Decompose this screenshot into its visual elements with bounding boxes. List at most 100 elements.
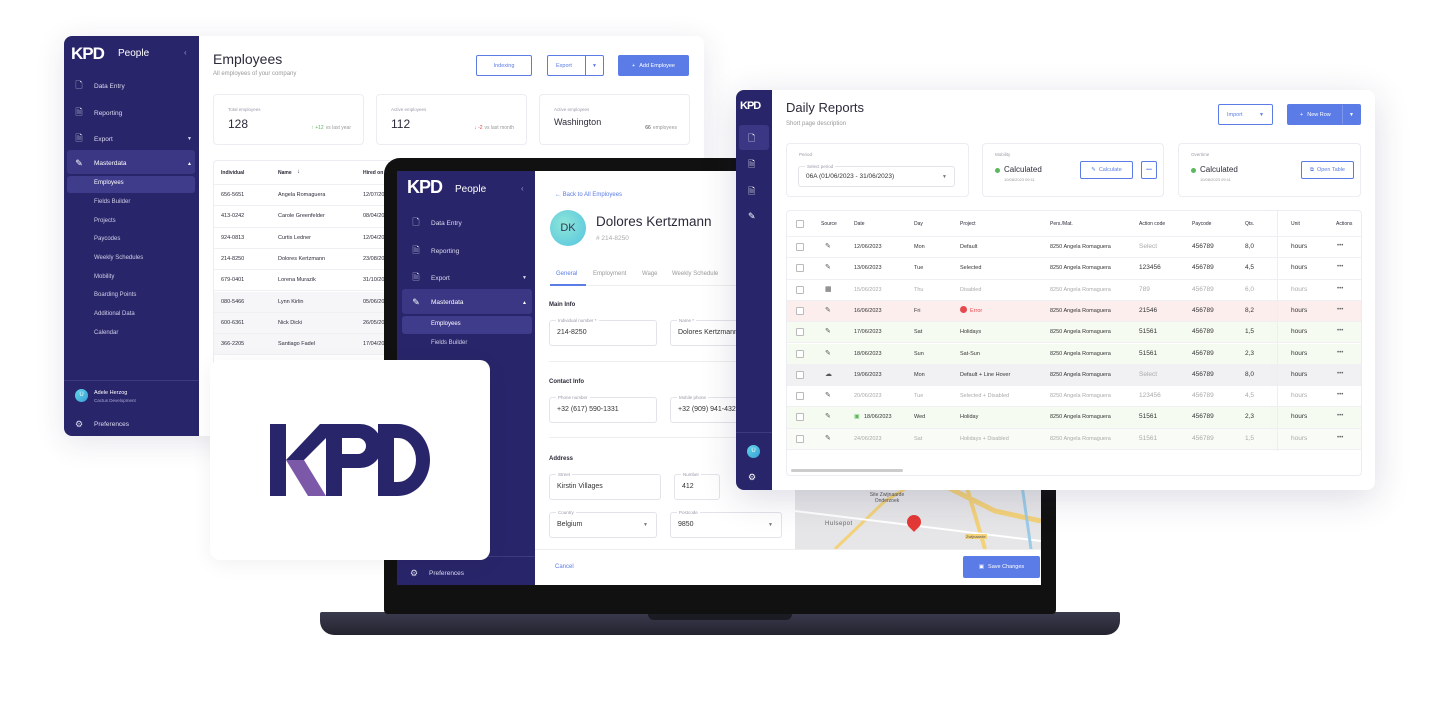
column-header[interactable]: Pers./Mat. xyxy=(1050,221,1073,227)
column-header[interactable]: Individual xyxy=(221,170,244,176)
column-header[interactable]: Project xyxy=(960,221,976,227)
row-checkbox[interactable] xyxy=(796,370,804,379)
nav-mobility[interactable]: Mobility xyxy=(94,274,114,280)
more-actions-icon[interactable]: ••• xyxy=(1337,243,1343,249)
more-actions-icon[interactable]: ••• xyxy=(1337,413,1343,419)
period-select[interactable]: Select period 06A (01/06/2023 - 31/06/202… xyxy=(798,164,955,187)
country-select[interactable]: Country Belgium ▼ xyxy=(549,510,657,538)
more-actions-icon[interactable]: ••• xyxy=(1337,392,1343,398)
table-row[interactable]: ✎ 20/06/2023 Tue Selected + Disabled 8250 An… xyxy=(787,386,1361,408)
indexing-button[interactable]: Indexing xyxy=(476,55,532,76)
cell-action[interactable]: 123456 xyxy=(1139,264,1161,271)
column-header[interactable]: Unit xyxy=(1291,221,1300,227)
cell-action[interactable]: 51561 xyxy=(1139,350,1157,357)
gear-icon[interactable]: ⚙ xyxy=(748,472,756,483)
table-row[interactable]: ☁ 19/06/2023 Mon Default + Line Hover 8250 A… xyxy=(787,364,1361,387)
column-header[interactable]: Source xyxy=(821,221,837,227)
cell-action[interactable]: Select xyxy=(1139,371,1157,378)
more-actions-icon[interactable]: ••• xyxy=(1337,286,1343,292)
tab-wage[interactable]: Wage xyxy=(642,271,657,277)
cell-action[interactable]: 51561 xyxy=(1139,328,1157,335)
more-actions-icon[interactable]: ••• xyxy=(1337,264,1343,270)
tab-general[interactable]: General xyxy=(556,271,577,277)
nav-employees[interactable]: Employees xyxy=(431,321,461,327)
nav-masterdata[interactable]: ✎ Masterdata ▲ xyxy=(411,297,527,308)
table-row[interactable]: ✎ 17/06/2023 Sat Holidays 8250 Angela Romagu… xyxy=(787,322,1361,344)
data-entry-icon[interactable]: 🗋 xyxy=(748,131,755,147)
more-actions-icon[interactable]: ••• xyxy=(1337,350,1343,356)
back-link[interactable]: ← Back to All Employees xyxy=(555,192,622,198)
caret-down-icon[interactable]: ▼ xyxy=(1349,112,1354,118)
export-icon[interactable]: 🗎 xyxy=(748,184,755,200)
nav-projects[interactable]: Projects xyxy=(94,218,116,224)
nav-fields-builder[interactable]: Fields Builder xyxy=(431,340,467,346)
table-row[interactable]: ✎ ▣ 18/06/2023 Wed Holiday 8250 Angela Romagu… xyxy=(787,407,1361,429)
tab-employment[interactable]: Employment xyxy=(593,271,626,277)
column-header[interactable]: Qts. xyxy=(1245,221,1254,227)
collapse-icon[interactable]: ‹ xyxy=(184,48,187,57)
cell-action[interactable]: 21546 xyxy=(1139,307,1157,314)
tab-weekly-schedule[interactable]: Weekly Schedule xyxy=(672,271,718,277)
row-checkbox[interactable] xyxy=(796,413,804,422)
phone-field[interactable]: Phone number +32 (617) 590-1331 xyxy=(549,395,657,423)
open-table-button[interactable]: ⧉ Open Table xyxy=(1301,161,1354,179)
nav-export[interactable]: 🗎 Export ▼ xyxy=(411,270,527,286)
table-row[interactable]: ✎ 12/06/2023 Mon Default 8250 Angela Romague… xyxy=(787,237,1361,259)
cell-action[interactable]: Select xyxy=(1139,243,1157,250)
table-row[interactable]: ✎ 18/06/2023 Sun Sat-Sun 8250 Angela Romague… xyxy=(787,343,1361,365)
nav-data-entry[interactable]: 🗋 Data Entry xyxy=(74,78,124,94)
nav-additional-data[interactable]: Additional Data xyxy=(94,311,135,317)
collapse-icon[interactable]: ‹ xyxy=(521,184,524,193)
row-checkbox[interactable] xyxy=(796,264,804,273)
number-field[interactable]: Number 412 xyxy=(674,472,720,500)
caret-down-icon[interactable]: ▼ xyxy=(592,63,597,69)
nav-preferences[interactable]: ⚙ Preferences xyxy=(409,568,464,579)
row-checkbox[interactable] xyxy=(796,285,804,294)
more-actions-icon[interactable]: ••• xyxy=(1337,371,1343,377)
column-header[interactable]: Actions xyxy=(1336,221,1352,227)
table-row[interactable]: ✎ 13/06/2023 Tue Selected 8250 Angela Romagu… xyxy=(787,258,1361,280)
avatar[interactable]: U xyxy=(75,389,88,402)
save-changes-button[interactable]: ▣ Save Changes xyxy=(963,556,1040,578)
row-checkbox[interactable] xyxy=(796,306,804,315)
nav-export[interactable]: 🗎 Export ▼ xyxy=(74,131,192,147)
row-checkbox[interactable] xyxy=(796,434,804,443)
add-employee-button[interactable]: + Add Employee xyxy=(618,55,689,76)
nav-masterdata[interactable]: ✎ Masterdata ▲ xyxy=(74,158,192,169)
row-checkbox[interactable] xyxy=(796,243,804,251)
street-field[interactable]: Street Kirstin Villages xyxy=(549,472,661,500)
table-row[interactable]: ✎ 24/06/2023 Sat Holidays + Disabled 8250 An… xyxy=(787,428,1361,450)
horizontal-scrollbar[interactable] xyxy=(791,469,903,472)
column-header[interactable]: Paycode xyxy=(1192,221,1211,227)
table-row[interactable]: ▦ 15/06/2023 Thu Disabled 8250 Angela Romagu… xyxy=(787,279,1361,301)
table-row[interactable]: ✎ 16/06/2023 Fri Error 8250 Angela Romaguera… xyxy=(787,300,1361,323)
nav-reporting[interactable]: 🗎 Reporting xyxy=(74,105,122,121)
column-header[interactable]: Date xyxy=(854,221,865,227)
row-checkbox[interactable] xyxy=(796,392,804,401)
nav-data-entry[interactable]: 🗋 Data Entry xyxy=(411,215,461,231)
individual-number-field[interactable]: Individual number * 214-8250 xyxy=(549,318,657,346)
nav-reporting[interactable]: 🗎 Reporting xyxy=(411,243,459,259)
column-header[interactable]: Day xyxy=(914,221,923,227)
export-button[interactable]: Export ▼ xyxy=(547,55,604,76)
new-row-button[interactable]: + New Row ▼ xyxy=(1287,104,1361,125)
more-actions-icon[interactable]: ••• xyxy=(1337,328,1343,334)
column-header[interactable]: Action code xyxy=(1139,221,1165,227)
select-all-checkbox[interactable] xyxy=(796,220,804,228)
cell-action[interactable]: 789 xyxy=(1139,286,1150,293)
cell-action[interactable]: 123456 xyxy=(1139,392,1161,399)
column-header[interactable]: Name xyxy=(278,170,292,176)
sort-arrow-down-icon[interactable]: ↓ xyxy=(297,169,300,175)
cell-action[interactable]: 51561 xyxy=(1139,413,1157,420)
nav-preferences[interactable]: ⚙ Preferences xyxy=(74,419,129,430)
reporting-icon[interactable]: 🗎 xyxy=(748,157,755,173)
masterdata-icon[interactable]: ✎ xyxy=(748,211,756,222)
nav-fields-builder[interactable]: Fields Builder xyxy=(94,199,130,205)
cancel-button[interactable]: Cancel xyxy=(555,564,574,570)
nav-weekly-schedules[interactable]: Weekly Schedules xyxy=(94,255,143,261)
avatar[interactable]: U xyxy=(747,445,760,458)
column-header[interactable]: Hired on xyxy=(363,170,383,176)
nav-boarding-points[interactable]: Boarding Points xyxy=(94,292,136,298)
nav-paycodes[interactable]: Paycodes xyxy=(94,236,120,242)
nav-calendar[interactable]: Calendar xyxy=(94,330,118,336)
